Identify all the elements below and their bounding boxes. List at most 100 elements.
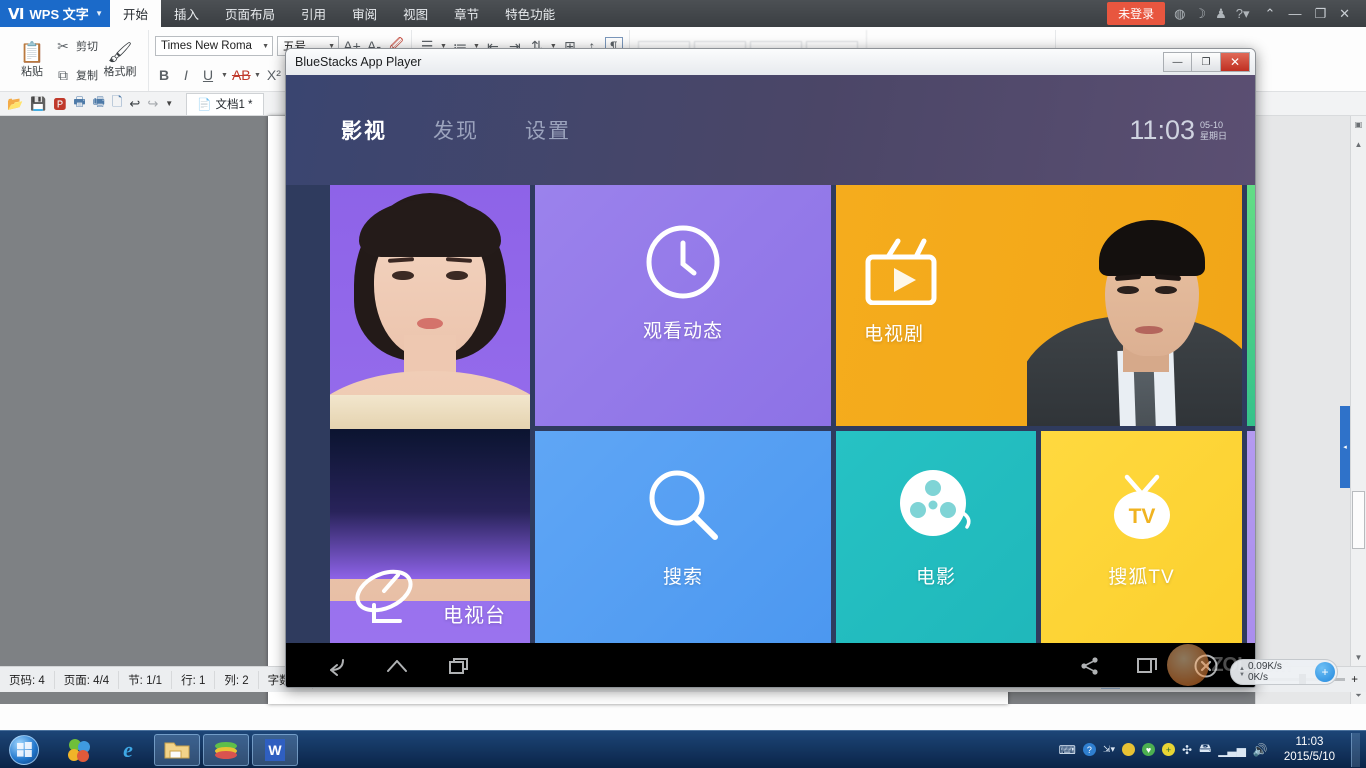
redo-icon[interactable]: ↪ [147, 96, 158, 112]
underline-button[interactable]: U [199, 67, 217, 83]
share-icon[interactable] [1079, 655, 1101, 677]
print-icon[interactable]: 🖶 [73, 93, 85, 115]
keyboard-icon[interactable]: ⌨ [1059, 743, 1076, 757]
app-tab-video[interactable]: 影视 [341, 115, 387, 145]
taskbar-clock[interactable]: 11:03 2015/5/10 [1275, 735, 1344, 765]
screenshot-icon[interactable] [1135, 655, 1159, 677]
login-button[interactable]: 未登录 [1107, 2, 1165, 25]
minimize-icon[interactable]: — [1288, 6, 1301, 21]
bluestacks-minimize-button[interactable]: — [1163, 52, 1192, 72]
usb-eject-icon[interactable]: 🖴 [1199, 739, 1211, 760]
shield-icon[interactable]: ◍ [1174, 6, 1185, 22]
zoom-in-button[interactable]: + [1351, 674, 1358, 686]
save-icon[interactable]: 💾 [30, 96, 46, 112]
undo-icon[interactable]: ↩ [129, 96, 140, 112]
app-tab-settings[interactable]: 设置 [525, 115, 571, 145]
scroll-select-object-icon[interactable]: ▣ [1351, 120, 1366, 129]
help-icon[interactable]: ?▾ [1236, 6, 1250, 22]
security-shield-icon[interactable]: ♥ [1142, 743, 1155, 756]
volume-icon[interactable]: 🔊 [1253, 743, 1268, 757]
ribbon-tab-special[interactable]: 特色功能 [492, 0, 568, 27]
cut-label: 剪切 [76, 38, 98, 54]
ribbon-tab-view[interactable]: 视图 [390, 0, 441, 27]
close-icon[interactable]: ✕ [1339, 6, 1350, 22]
tile-movie[interactable]: 电影 [836, 431, 1036, 672]
update-icon[interactable]: + [1162, 743, 1175, 756]
customize-icon[interactable]: ▼ [165, 99, 173, 108]
network-arrows-icon[interactable]: ⇲▾ [1103, 744, 1115, 755]
ribbon-tab-references[interactable]: 引用 [288, 0, 339, 27]
document-icon: 📄 [197, 97, 211, 111]
tile-label: 搜狐TV [1041, 562, 1242, 589]
bold-button[interactable]: B [155, 67, 173, 83]
recents-icon[interactable] [446, 655, 472, 677]
wps-window-controls: ⌃ — ❐ ✕ [1259, 6, 1360, 22]
italic-button[interactable]: I [177, 67, 195, 83]
tile-tv-station[interactable]: 电视台 [330, 185, 530, 671]
document-tab[interactable]: 📄 文档1 * [186, 93, 263, 115]
tile-strip-green[interactable] [1247, 185, 1255, 426]
wps-title-bar: Ⅵ WPS 文字 ▼ 开始 插入 页面布局 引用 审阅 视图 章节 特色功能 未… [0, 0, 1366, 27]
tile-strip-purple[interactable] [1247, 431, 1255, 672]
bluestacks-window[interactable]: BlueStacks App Player — ❐ ✕ 影视 发现 设置 11:… [285, 48, 1256, 688]
scroll-up-arrow[interactable]: ▲ [1351, 140, 1366, 149]
chevron-down-icon[interactable]: ▼ [221, 72, 228, 79]
help-icon[interactable]: ? [1083, 743, 1096, 756]
chevron-down-icon[interactable]: ▼ [254, 72, 261, 79]
taskbar-item-explorer[interactable] [154, 734, 200, 766]
moon-icon[interactable]: ☽ [1194, 6, 1206, 22]
wps-app-logo[interactable]: Ⅵ WPS 文字 ▼ [0, 0, 110, 27]
strikethrough-button[interactable]: AB [232, 67, 250, 83]
taskbar-item-internet-explorer[interactable]: e [105, 734, 151, 766]
status-page-count: 页面: 4/4 [55, 671, 119, 689]
bluetooth-icon[interactable]: ✣ [1182, 743, 1192, 757]
cut-button[interactable]: ✂ 剪切 [54, 32, 98, 61]
bluestacks-close-button[interactable]: ✕ [1221, 52, 1250, 72]
paste-button[interactable]: 📋 粘贴 [10, 30, 54, 91]
vertical-scrollbar[interactable]: ▣ ▲ ▼ ⏶ ○ ⏷ [1350, 116, 1366, 704]
bluestacks-maximize-button[interactable]: ❐ [1192, 52, 1221, 72]
ribbon-tab-review[interactable]: 审阅 [339, 0, 390, 27]
back-icon[interactable] [322, 655, 348, 677]
tile-watch-activity[interactable]: 观看动态 [535, 185, 831, 426]
print-preview-icon[interactable]: 🖷 [93, 93, 105, 115]
copy-button[interactable]: ⧉ 复制 [54, 61, 98, 90]
signal-icon[interactable]: ▁▃▅ [1218, 743, 1246, 757]
ribbon-tab-page-layout[interactable]: 页面布局 [212, 0, 288, 27]
print-check-icon[interactable]: 🗋 [112, 93, 122, 115]
ribbon-tab-start[interactable]: 开始 [110, 0, 161, 27]
collapse-ribbon-icon[interactable]: ⌃ [1265, 6, 1276, 22]
font-family-value: Times New Roma [161, 40, 252, 52]
close-circle-icon[interactable] [1193, 653, 1219, 679]
restore-icon[interactable]: ❐ [1314, 6, 1326, 22]
ribbon-tab-insert[interactable]: 插入 [161, 0, 212, 27]
scrollbar-thumb[interactable] [1352, 491, 1365, 549]
speed-widget-badge[interactable]: + [1315, 662, 1335, 682]
next-page-icon[interactable]: ⏷ [1351, 691, 1366, 701]
chevron-down-icon[interactable]: ▼ [95, 9, 103, 18]
tile-sohu-tv[interactable]: TV 搜狐TV Version 3.0.4 [1041, 431, 1242, 672]
superscript-button[interactable]: X² [265, 67, 283, 83]
bluestacks-title-bar[interactable]: BlueStacks App Player — ❐ ✕ [286, 49, 1255, 75]
open-icon[interactable]: 📂 [7, 96, 23, 112]
home-icon[interactable] [384, 655, 410, 677]
ribbon-tab-section[interactable]: 章节 [441, 0, 492, 27]
taskbar-item-colorful[interactable] [56, 734, 102, 766]
skin-icon[interactable]: ♟ [1215, 6, 1227, 22]
taskbar-item-wps[interactable]: W [252, 734, 298, 766]
taskbar-item-bluestacks[interactable] [203, 734, 249, 766]
export-pdf-icon[interactable]: 🅿 [53, 94, 66, 113]
scroll-down-arrow[interactable]: ▼ [1351, 653, 1366, 662]
chevron-down-icon[interactable]: ▼ [256, 43, 269, 50]
network-speed-widget[interactable]: ▲▼ 0.09K/s 0K/s + [1230, 659, 1338, 685]
scissors-icon: ✂ [54, 38, 72, 55]
show-desktop-button[interactable] [1351, 733, 1360, 767]
font-family-input[interactable]: Times New Roma ▼ [155, 36, 273, 56]
start-button[interactable] [2, 733, 46, 767]
tile-tv-drama[interactable]: 电视剧 [836, 185, 1242, 426]
format-painter-button[interactable]: 🖌 格式刷 [98, 30, 142, 91]
sidebar-toggle[interactable]: ◂ [1340, 406, 1350, 488]
app-tab-discover[interactable]: 发现 [433, 115, 479, 145]
tile-search[interactable]: 搜索 [535, 431, 831, 672]
bluestacks-tray-icon[interactable] [1122, 743, 1135, 756]
